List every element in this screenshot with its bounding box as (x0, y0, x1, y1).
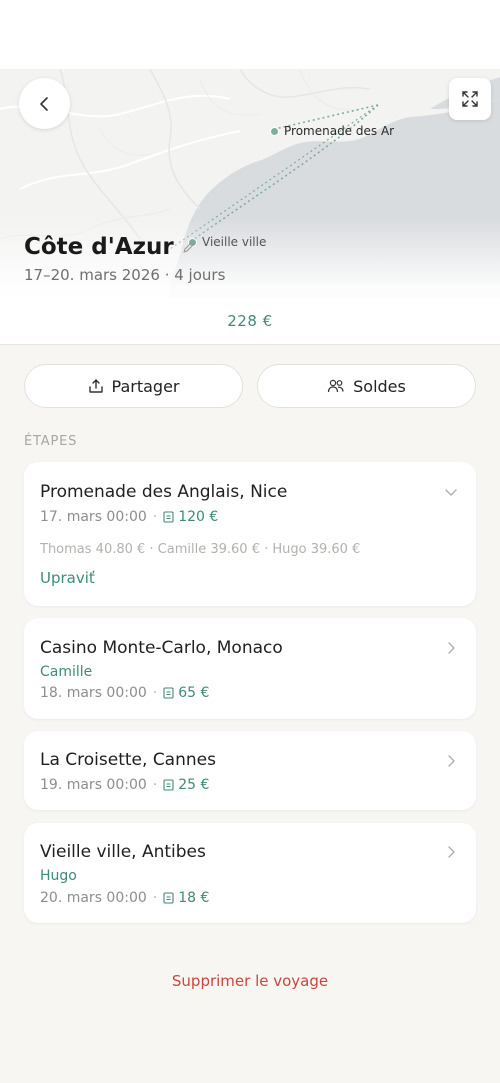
chevron-down-icon[interactable] (444, 486, 458, 500)
stage-payer: Hugo (40, 868, 77, 884)
stage-date: 17. mars 00:00 (40, 509, 147, 525)
share-button[interactable]: Partager (24, 364, 243, 408)
stage-card-expanded[interactable]: Promenade des Anglais, Nice 17. mars 00:… (24, 462, 476, 606)
stage-title: Promenade des Anglais, Nice (40, 482, 288, 502)
trip-title-text: Côte d'Azur (24, 234, 174, 260)
total-row: 228 € (0, 298, 500, 345)
stage-title: Vieille ville, Antibes (40, 842, 206, 862)
stage-amount: 120 € (163, 509, 218, 525)
stage-amount-value: 120 € (178, 509, 219, 525)
chevron-right-icon (448, 642, 455, 654)
marker-label: Promenade des Ar (284, 124, 395, 138)
map-marker-end[interactable]: Vieille ville (188, 235, 266, 249)
receipt-icon (163, 892, 174, 904)
balances-button[interactable]: Soldes (257, 364, 476, 408)
pencil-icon[interactable] (182, 240, 196, 254)
share-label: Partager (111, 376, 180, 396)
stage-meta: 19. mars 00:00 · 25 € (40, 777, 209, 793)
stage-meta: 20. mars 00:00 · 18 € (40, 890, 209, 906)
stage-title: La Croisette, Cannes (40, 750, 216, 770)
stage-payer: Camille (40, 664, 93, 680)
stage-amount-value: 65 € (178, 685, 210, 701)
chevron-left-icon (39, 96, 48, 111)
stage-amount: 25 € (163, 777, 209, 793)
chevron-right-icon (448, 755, 455, 767)
trip-total: 228 € (227, 312, 273, 330)
meta-separator: · (152, 685, 158, 701)
expand-map-button[interactable] (449, 78, 491, 120)
trip-title: Côte d'Azur (24, 234, 196, 260)
meta-separator: · (152, 777, 158, 793)
chevron-right-icon (448, 846, 455, 858)
share-icon (88, 379, 103, 393)
stage-meta: 17. mars 00:00 · 120 € (40, 509, 218, 525)
stage-date: 18. mars 00:00 (40, 685, 147, 701)
marker-label: Vieille ville (202, 235, 267, 249)
meta-separator: · (152, 509, 158, 525)
stage-amount: 65 € (163, 685, 209, 701)
status-area (0, 0, 500, 69)
meta-separator: · (152, 890, 158, 906)
map-marker-start[interactable]: Promenade des Ar (270, 124, 394, 138)
users-icon (328, 379, 344, 393)
receipt-icon (163, 511, 174, 523)
stage-amount: 18 € (163, 890, 209, 906)
stage-split: Thomas 40.80 € · Camille 39.60 € · Hugo … (40, 542, 361, 557)
stage-meta: 18. mars 00:00 · 65 € (40, 685, 209, 701)
stage-amount-value: 25 € (178, 777, 210, 793)
back-button[interactable] (19, 78, 70, 129)
stage-date: 19. mars 00:00 (40, 777, 147, 793)
stage-card[interactable]: Casino Monte-Carlo, Monaco Camille 18. m… (24, 618, 476, 719)
marker-dot (270, 126, 279, 136)
stage-card[interactable]: Vieille ville, Antibes Hugo 20. mars 00:… (24, 823, 476, 923)
receipt-icon (163, 687, 174, 699)
delete-trip-button[interactable]: Supprimer le voyage (0, 972, 500, 990)
receipt-icon (163, 779, 174, 791)
stage-title: Casino Monte-Carlo, Monaco (40, 638, 283, 658)
stages-heading: ÉTAPES (24, 434, 78, 449)
balances-label: Soldes (353, 376, 406, 396)
expand-icon (462, 91, 478, 107)
edit-stage-link[interactable]: Upraviť (40, 569, 95, 587)
stage-card[interactable]: La Croisette, Cannes 19. mars 00:00 · 25… (24, 731, 476, 810)
stage-date: 20. mars 00:00 (40, 890, 147, 906)
stage-amount-value: 18 € (178, 890, 210, 906)
trip-dates: 17–20. mars 2026 · 4 jours (24, 266, 226, 284)
